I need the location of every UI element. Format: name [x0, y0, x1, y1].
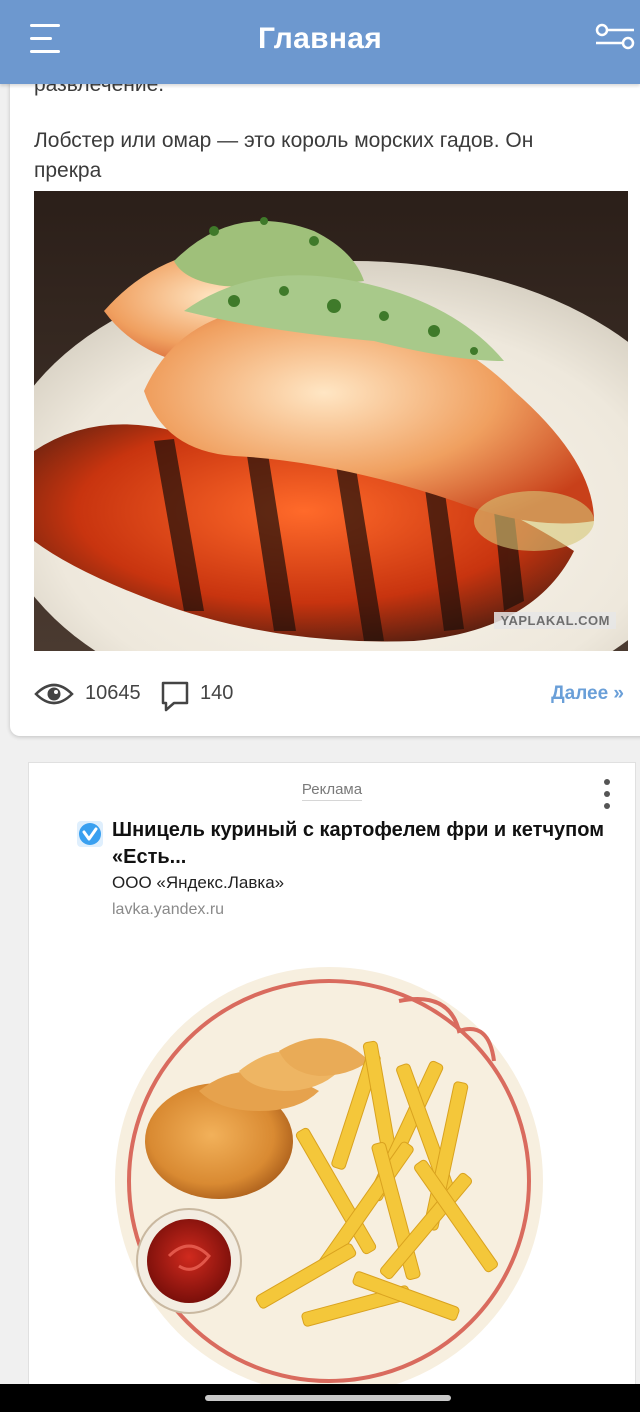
filter-sliders-icon[interactable] [594, 22, 636, 52]
system-navigation-bar [0, 1384, 640, 1412]
comments-count[interactable]: 140 [200, 682, 233, 705]
post-image-lobster[interactable]: YAPLAKAL.COM [34, 191, 628, 651]
comment-icon[interactable] [160, 680, 190, 712]
ad-image-schnitzel[interactable] [99, 961, 559, 1401]
post-stats: 10645 140 Далее » [34, 678, 624, 712]
post-text: Лобстер или омар — это король морских га… [34, 129, 534, 182]
verified-check-icon [77, 821, 103, 847]
ad-label: Реклама [29, 781, 635, 801]
read-more-link[interactable]: Далее » [551, 683, 624, 705]
views-count: 10645 [85, 682, 141, 704]
ad-title[interactable]: Шницель куриный с картофелем фри и кетчу… [112, 817, 612, 871]
more-options-icon[interactable] [603, 779, 611, 811]
ad-label-text: Реклама [301, 781, 363, 801]
ad-card[interactable]: Реклама Шницель куриный с картофелем фри… [28, 762, 636, 1404]
eye-icon [34, 683, 74, 705]
top-app-bar: Главная [0, 0, 640, 84]
ad-company: ООО «Яндекс.Лавка» [112, 873, 285, 892]
ad-domain[interactable]: lavka.yandex.ru [112, 901, 224, 919]
post-card[interactable]: развлечение. Лобстер или омар — это коро… [10, 70, 640, 736]
page-title: Главная [257, 22, 383, 55]
image-watermark: YAPLAKAL.COM [494, 612, 616, 629]
home-gesture-handle[interactable] [205, 1395, 451, 1401]
